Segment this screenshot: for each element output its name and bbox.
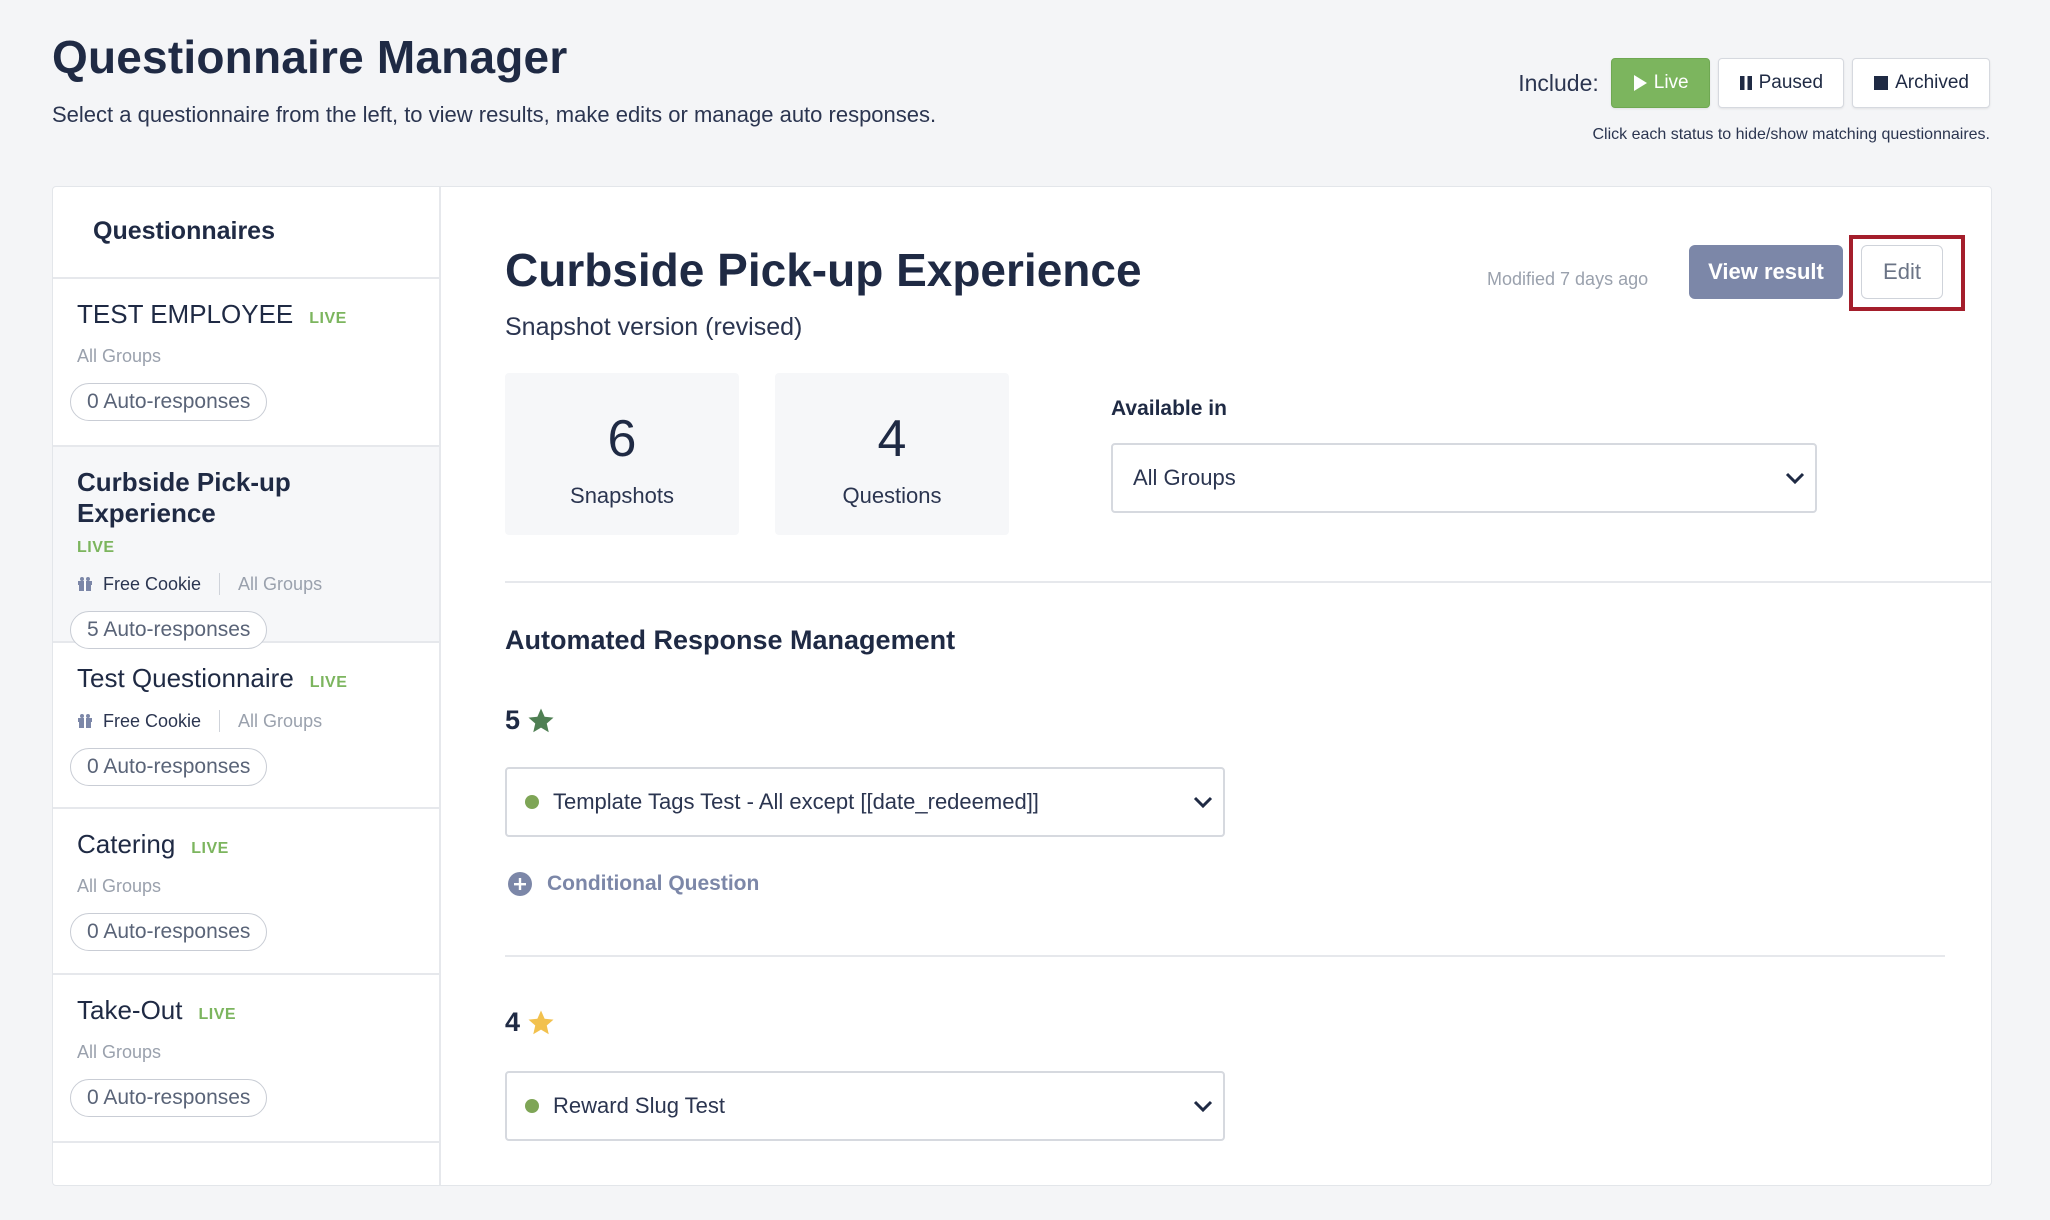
auto-responses-pill[interactable]: 0 Auto-responses (70, 1079, 268, 1117)
snapshots-stat: 6 Snapshots (505, 373, 739, 535)
live-filter-label: Live (1653, 72, 1689, 93)
questionnaire-card: Questionnaires TEST EMPLOYEE LIVE All Gro… (52, 186, 1992, 1186)
stop-icon (1874, 76, 1889, 90)
reward-text: Free Cookie (103, 573, 202, 594)
live-filter-button[interactable]: Live (1610, 58, 1710, 108)
view-result-button[interactable]: View result (1689, 245, 1843, 299)
chevron-down-icon (1183, 795, 1223, 809)
add-conditional-question[interactable]: Conditional Question (507, 871, 759, 897)
available-in-value: All Groups (1133, 465, 1236, 490)
questions-label: Questions (842, 483, 942, 508)
groups-text: All Groups (77, 346, 162, 366)
pause-icon (1739, 76, 1752, 90)
live-badge: LIVE (309, 674, 348, 691)
section-divider (505, 581, 1991, 583)
available-in-label: Available in (1111, 397, 1227, 420)
gift-icon (78, 714, 92, 728)
questionnaire-sidebar: Questionnaires TEST EMPLOYEE LIVE All Gro… (53, 187, 441, 1185)
questionnaire-item-catering[interactable]: Catering LIVE All Groups 0 Auto-responses (53, 809, 439, 975)
rating-4-template-select[interactable]: Reward Slug Test (505, 1071, 1225, 1141)
chevron-down-icon (1183, 1099, 1223, 1113)
star-icon (528, 708, 554, 732)
status-filter: Include: Live Paused Archived (1518, 58, 1990, 108)
chevron-down-icon (1775, 471, 1815, 485)
snapshots-label: Snapshots (570, 483, 674, 508)
groups-text: All Groups (238, 573, 323, 594)
live-badge: LIVE (77, 539, 115, 556)
questionnaire-meta: Free Cookie All Groups (77, 573, 415, 595)
live-badge: LIVE (309, 310, 347, 327)
auto-responses-pill[interactable]: 0 Auto-responses (70, 383, 268, 421)
paused-filter-label: Paused (1758, 72, 1824, 93)
meta-divider (219, 710, 221, 732)
snapshots-count: 6 (607, 410, 637, 468)
page-title: Questionnaire Manager (52, 31, 568, 83)
rating-4-header: 4 (505, 1007, 556, 1038)
sidebar-title: Questionnaires (53, 187, 439, 279)
rating-divider (505, 955, 1945, 957)
questionnaire-item-test-employee[interactable]: TEST EMPLOYEE LIVE All Groups 0 Auto-resp… (53, 279, 439, 447)
template-value: Template Tags Test - All except [[date_r… (553, 789, 1039, 814)
play-icon (1633, 75, 1647, 91)
plus-circle-icon (508, 872, 532, 896)
template-value: Reward Slug Test (553, 1093, 726, 1118)
questionnaire-item-curbside[interactable]: Curbside Pick-up Experience LIVE Free Coo… (53, 447, 439, 649)
questionnaire-name: TEST EMPLOYEE (77, 299, 294, 329)
archived-filter-button[interactable]: Archived (1852, 58, 1990, 108)
auto-responses-pill[interactable]: 0 Auto-responses (70, 913, 268, 951)
rating-5-header: 5 (505, 705, 556, 736)
gift-icon (78, 577, 92, 591)
questionnaire-name: Test Questionnaire (77, 663, 294, 693)
edit-button[interactable]: Edit (1861, 245, 1943, 299)
questionnaire-name: Take-Out (77, 995, 183, 1025)
conditional-question-label: Conditional Question (547, 872, 760, 895)
page-subtitle: Select a questionnaire from the left, to… (52, 102, 937, 127)
rating-5-template-select[interactable]: Template Tags Test - All except [[date_r… (505, 767, 1225, 837)
questionnaire-meta: Free Cookie All Groups (77, 710, 415, 732)
live-badge: LIVE (191, 840, 229, 857)
star-icon (528, 1010, 554, 1034)
status-hint: Click each status to hide/show matching … (1592, 126, 1990, 143)
questionnaire-groups: All Groups (77, 346, 415, 367)
questionnaire-title: Curbside Pick-up Experience (505, 244, 1142, 296)
modified-text: Modified 7 days ago (1487, 269, 1649, 289)
groups-text: All Groups (238, 710, 323, 731)
questions-stat: 4 Questions (775, 373, 1009, 535)
include-label: Include: (1518, 69, 1599, 96)
questionnaire-groups: All Groups (77, 876, 415, 897)
questionnaire-name: Catering (77, 829, 176, 859)
reward-text: Free Cookie (103, 710, 202, 731)
questionnaire-detail: Curbside Pick-up Experience Modified 7 d… (443, 187, 1991, 1185)
archived-filter-label: Archived (1895, 72, 1969, 93)
live-badge: LIVE (198, 1006, 237, 1023)
questionnaire-name: Curbside Pick-up Experience (77, 467, 291, 528)
questionnaire-groups: All Groups (77, 1042, 415, 1063)
questionnaire-item-take-out[interactable]: Take-Out LIVE All Groups 0 Auto-responses (53, 975, 439, 1143)
questions-count: 4 (877, 410, 907, 468)
rating-value: 4 (505, 1007, 521, 1037)
section-title: Automated Response Management (505, 625, 956, 655)
auto-responses-pill[interactable]: 0 Auto-responses (70, 748, 268, 786)
available-in-select[interactable]: All Groups (1111, 443, 1817, 513)
questionnaire-item-test-questionnaire[interactable]: Test Questionnaire LIVE Free Cookie All G… (53, 643, 439, 809)
meta-divider (219, 573, 221, 595)
groups-text: All Groups (77, 1042, 162, 1062)
version-text: Snapshot version (revised) (505, 313, 803, 341)
paused-filter-button[interactable]: Paused (1717, 58, 1845, 108)
groups-text: All Groups (77, 876, 162, 896)
rating-value: 5 (505, 705, 521, 735)
